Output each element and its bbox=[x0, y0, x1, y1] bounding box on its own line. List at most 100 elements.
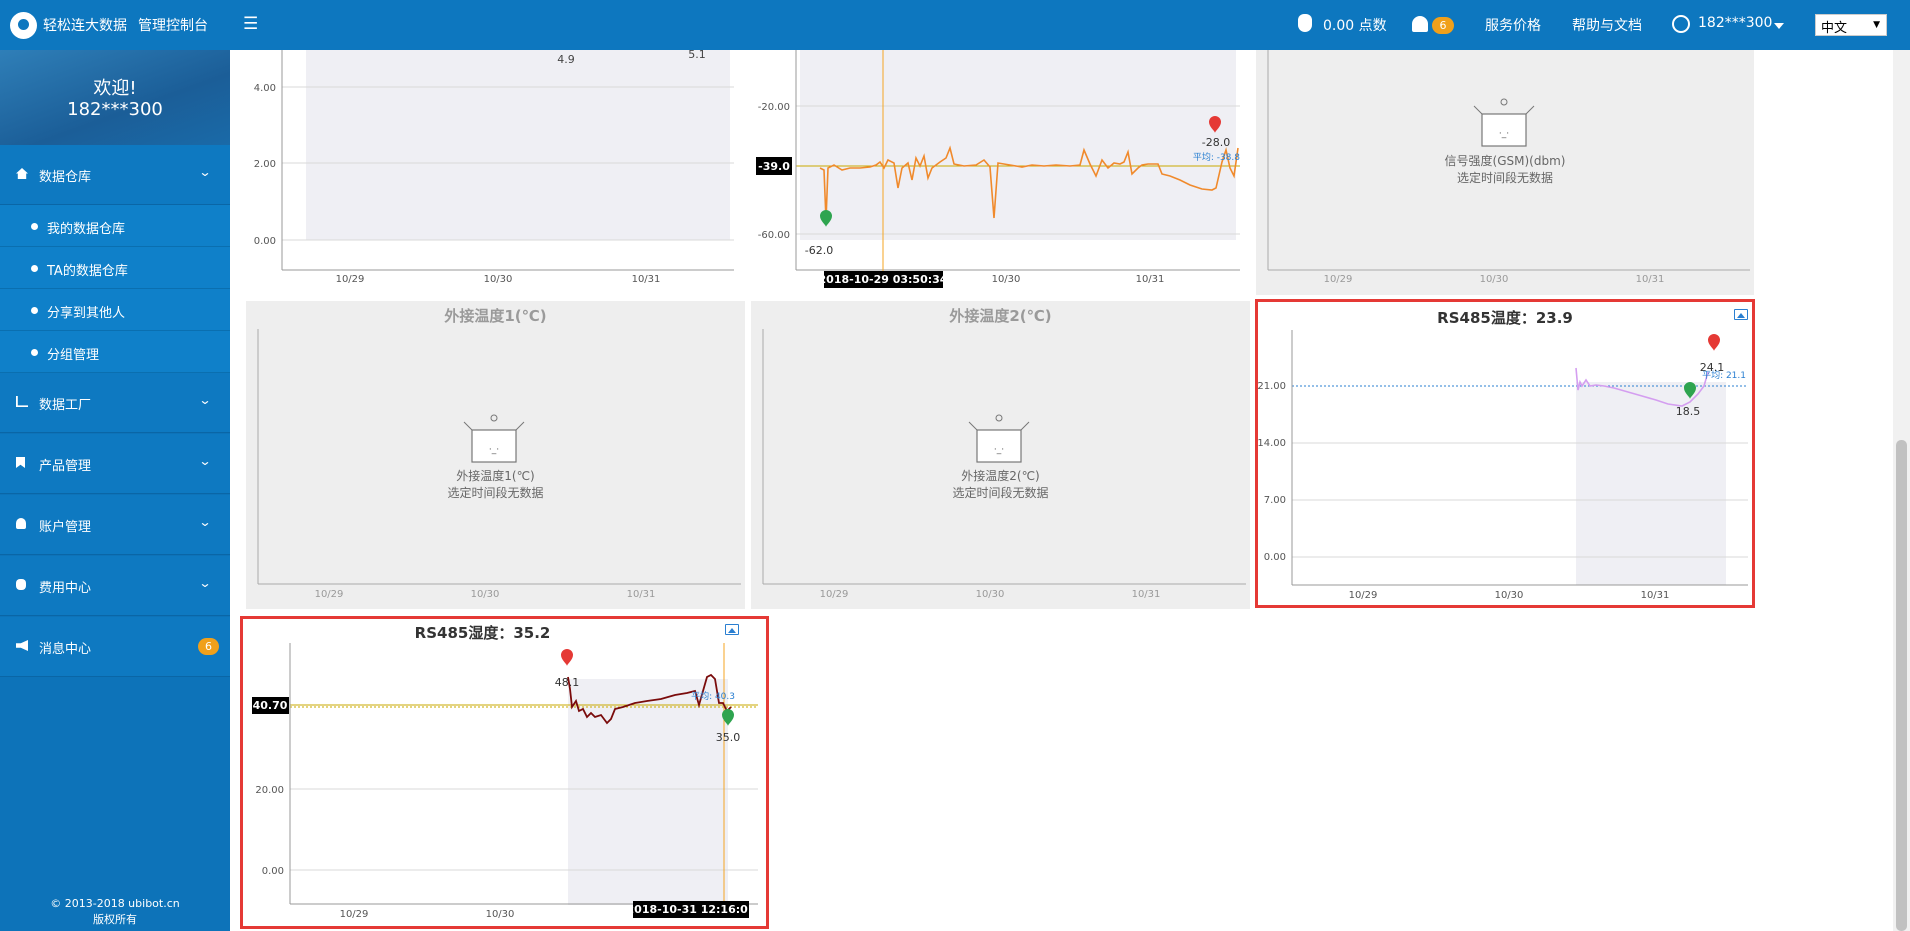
user-circle-icon[interactable] bbox=[1672, 15, 1690, 33]
x-tick-label: 10/29 bbox=[340, 909, 369, 920]
submenu-label: 分享到其他人 bbox=[47, 306, 126, 321]
submenu-label: 分组管理 bbox=[47, 348, 100, 363]
bullet-icon bbox=[31, 307, 38, 314]
menu-toggle-icon[interactable]: ☰ bbox=[243, 14, 258, 34]
y-tick-label: 20.00 bbox=[255, 785, 284, 796]
chart-panel-2: -39.0 -20.00 -60.00 10/30 10/31 -62.0 -2… bbox=[750, 50, 1242, 295]
x-tick-label: 10/30 bbox=[484, 274, 513, 285]
x-tick-label: 10/30 bbox=[486, 909, 515, 920]
menu-label: 消息中心 bbox=[39, 642, 92, 657]
max-marker-icon bbox=[1708, 334, 1720, 351]
chart-2-svg: -39.0 -20.00 -60.00 10/30 10/31 -62.0 -2… bbox=[756, 50, 1240, 288]
rights-text: 版权所有 bbox=[93, 913, 137, 926]
menu-product-manage[interactable]: 产品管理 ⌄ bbox=[0, 434, 230, 494]
chart-panel-rs485-humidity: RS485湿度：35.2 40.70 20.00 0.00 10/29 10/3… bbox=[240, 616, 769, 929]
welcome-banner: 欢迎! 182***300 bbox=[0, 50, 230, 145]
chart-panel-4: 外接温度1(℃) 10/29 10/30 10/31 ·_· 外接温度1(℃) … bbox=[246, 301, 745, 609]
scrollbar-thumb[interactable] bbox=[1896, 440, 1907, 931]
x-tick-label: 10/30 bbox=[992, 274, 1021, 285]
submenu-label: 我的数据仓库 bbox=[47, 222, 126, 237]
empty-box-icon: ·_· bbox=[1473, 98, 1535, 147]
chevron-down-icon: ⌄ bbox=[198, 515, 212, 529]
empty-note: 选定时间段无数据 bbox=[447, 486, 544, 500]
plot-band bbox=[800, 50, 1236, 240]
x-tick-label: 10/31 bbox=[1641, 590, 1670, 601]
empty-note: 选定时间段无数据 bbox=[952, 486, 1049, 500]
empty-box-icon: ·_· bbox=[463, 414, 525, 463]
submenu-group-manage[interactable]: 分组管理 bbox=[0, 331, 230, 373]
bullet-icon bbox=[31, 349, 38, 356]
submenu-ta-warehouse[interactable]: TA的数据仓库 bbox=[0, 247, 230, 289]
plot-band bbox=[1576, 382, 1726, 585]
x-tick-label: 10/31 bbox=[632, 274, 661, 285]
bookmark-icon bbox=[16, 457, 25, 468]
megaphone-icon bbox=[16, 640, 28, 651]
y-tick-label: 21.00 bbox=[1258, 381, 1286, 392]
chart-5-svg: 10/29 10/30 10/31 ·_· bbox=[762, 329, 1246, 600]
brand-name[interactable]: 轻松连大数据 bbox=[43, 15, 127, 35]
data-label: 4.9 bbox=[557, 53, 575, 66]
chevron-down-icon: ⌄ bbox=[198, 393, 212, 407]
chart-7-svg: 40.70 20.00 0.00 10/29 10/30 48.1 35.0 平… bbox=[252, 643, 758, 920]
copyright-text: © 2013-2018 ubibot.cn bbox=[50, 897, 180, 910]
x-tick-label: 10/31 bbox=[1636, 274, 1665, 285]
y-tick-label: 2.00 bbox=[254, 159, 276, 170]
x-tick-label: 10/31 bbox=[627, 589, 656, 600]
chevron-down-icon: ⌄ bbox=[198, 454, 212, 468]
notification-badge[interactable]: 6 bbox=[1432, 17, 1454, 34]
console-title: 管理控制台 bbox=[138, 18, 208, 34]
menu-data-warehouse[interactable]: 数据仓库 ⌄ bbox=[0, 145, 230, 205]
menu-message-center[interactable]: 消息中心 6 bbox=[0, 617, 230, 677]
chart-6-svg: 21.00 14.00 7.00 0.00 10/29 10/30 10/31 … bbox=[1258, 330, 1748, 601]
service-price-link[interactable]: 服务价格 bbox=[1485, 15, 1541, 35]
chart-4-svg: 10/29 10/30 10/31 ·_· bbox=[257, 329, 741, 600]
select-arrow-icon: ▼ bbox=[1873, 20, 1880, 30]
language-select[interactable]: 中文 ▼ bbox=[1815, 14, 1887, 36]
min-label: -62.0 bbox=[805, 244, 833, 257]
empty-box-icon: ·_· bbox=[968, 414, 1030, 463]
average-label: 平均: 40.3 bbox=[691, 690, 735, 702]
chart-panel-3: 10/29 10/30 10/31 ·_· 信号强度(GSM)(dbm) 选定时… bbox=[1256, 50, 1754, 295]
menu-data-factory[interactable]: 数据工厂 ⌄ bbox=[0, 373, 230, 433]
min-label: 18.5 bbox=[1676, 405, 1701, 418]
x-tick-label: 10/30 bbox=[1495, 590, 1524, 601]
welcome-text: 欢迎! bbox=[93, 78, 137, 99]
bullet-icon bbox=[31, 265, 38, 272]
chart-panel-rs485-temperature: RS485温度：23.9 21.00 14.00 7.00 0.00 10/29… bbox=[1255, 299, 1755, 608]
user-icon bbox=[16, 518, 26, 529]
menu-label: 数据工厂 bbox=[39, 398, 92, 413]
submenu-my-warehouse[interactable]: 我的数据仓库 bbox=[0, 205, 230, 247]
home-icon bbox=[16, 168, 28, 179]
y-tick-label: 14.00 bbox=[1258, 438, 1286, 449]
help-docs-link[interactable]: 帮助与文档 bbox=[1572, 15, 1642, 35]
y-tick-label: 4.00 bbox=[254, 83, 276, 94]
money-bag-icon[interactable] bbox=[1298, 14, 1312, 32]
x-tick-label: 10/30 bbox=[471, 589, 500, 600]
menu-billing-center[interactable]: 费用中心 ⌄ bbox=[0, 556, 230, 616]
y-tick-label: 0.00 bbox=[254, 236, 276, 247]
chevron-down-icon[interactable] bbox=[1774, 23, 1784, 29]
y-tick-label: 0.00 bbox=[1264, 552, 1286, 563]
points-link[interactable]: 0.00 点数 bbox=[1323, 15, 1387, 35]
x-tick-label: 10/29 bbox=[315, 589, 344, 600]
x-tick-label: 10/29 bbox=[1349, 590, 1378, 601]
x-tick-label: 10/29 bbox=[336, 274, 365, 285]
svg-text:·_·: ·_· bbox=[1499, 129, 1509, 139]
data-label: 5.1 bbox=[688, 50, 706, 61]
bell-icon[interactable] bbox=[1412, 16, 1428, 32]
empty-name: 信号强度(GSM)(dbm) bbox=[1444, 154, 1566, 168]
welcome-username: 182***300 bbox=[67, 99, 163, 120]
x-tick-label: 10/29 bbox=[820, 589, 849, 600]
min-label: 35.0 bbox=[716, 731, 741, 744]
menu-account-manage[interactable]: 账户管理 ⌄ bbox=[0, 495, 230, 555]
logo-icon[interactable] bbox=[10, 12, 37, 39]
submenu-share[interactable]: 分享到其他人 bbox=[0, 289, 230, 331]
sidebar: 欢迎! 182***300 数据仓库 ⌄ 我的数据仓库 TA的数据仓库 分享到其… bbox=[0, 50, 230, 931]
user-menu[interactable]: 182***300 bbox=[1698, 15, 1772, 31]
message-badge: 6 bbox=[198, 638, 219, 655]
language-value: 中文 bbox=[1821, 21, 1848, 36]
submenu-label: TA的数据仓库 bbox=[47, 264, 128, 279]
empty-note: 选定时间段无数据 bbox=[1456, 171, 1553, 185]
x-tick-label: 10/29 bbox=[1324, 274, 1353, 285]
menu-label: 费用中心 bbox=[39, 581, 92, 596]
